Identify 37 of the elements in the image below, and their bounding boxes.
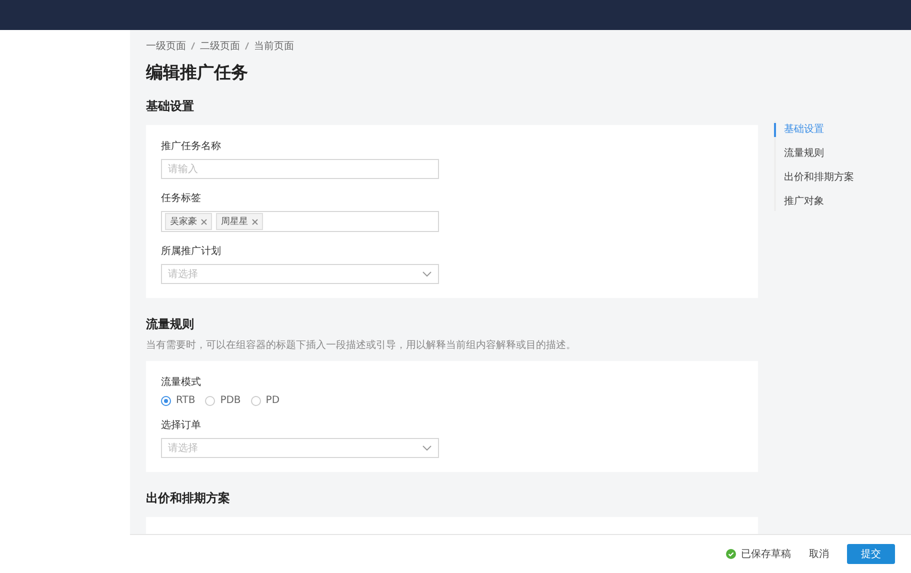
anchor-link[interactable]: 基础设置	[774, 123, 854, 137]
cancel-button[interactable]: 取消	[805, 544, 833, 564]
anchor-link[interactable]: 出价和排期方案	[774, 171, 854, 185]
field-label: 任务标签	[161, 192, 202, 205]
radio-option[interactable]: PDB	[205, 395, 241, 406]
breadcrumb-item[interactable]: 一级页面	[146, 39, 186, 53]
radio-icon[interactable]	[250, 396, 261, 406]
page-title: 编辑推广任务	[146, 62, 249, 84]
close-icon[interactable]	[252, 218, 258, 224]
section-title: 基础设置	[146, 98, 195, 115]
section-title: 出价和排期方案	[146, 490, 231, 507]
field-label: 流量模式	[161, 376, 202, 389]
text-input[interactable]: 请输入	[161, 159, 439, 179]
section-title: 流量规则	[146, 316, 195, 333]
tag: 吴家豪	[165, 213, 212, 230]
tag: 周星星	[216, 213, 263, 230]
field-label: 选择订单	[161, 418, 202, 432]
field-label: 推广任务名称	[161, 140, 222, 153]
radio-option[interactable]: RTB	[161, 395, 196, 406]
check-circle-icon	[726, 549, 736, 559]
anchor-link[interactable]: 流量规则	[774, 147, 854, 161]
breadcrumb-item[interactable]: 当前页面	[254, 39, 294, 53]
chevron-down-icon	[422, 445, 432, 451]
radio-option[interactable]: PD	[250, 395, 280, 406]
tag-input[interactable]: 吴家豪 周星星	[161, 211, 439, 232]
breadcrumb-separator-icon	[245, 42, 249, 50]
anchor-link[interactable]: 推广对象	[774, 195, 854, 209]
radio-icon[interactable]	[161, 396, 171, 406]
save-status: 已保存草稿	[741, 548, 791, 561]
chevron-down-icon	[422, 271, 432, 277]
breadcrumb-item[interactable]: 二级页面	[200, 39, 240, 53]
submit-button[interactable]: 提交	[847, 544, 895, 564]
field-label: 所属推广计划	[161, 244, 222, 258]
radio-icon[interactable]	[205, 396, 216, 406]
breadcrumb-separator-icon	[191, 42, 195, 50]
close-icon[interactable]	[201, 218, 207, 224]
section-description: 当有需要时，可以在组容器的标题下插入一段描述或引导，用以解释当前组内容解释或目的描述。	[146, 338, 577, 352]
